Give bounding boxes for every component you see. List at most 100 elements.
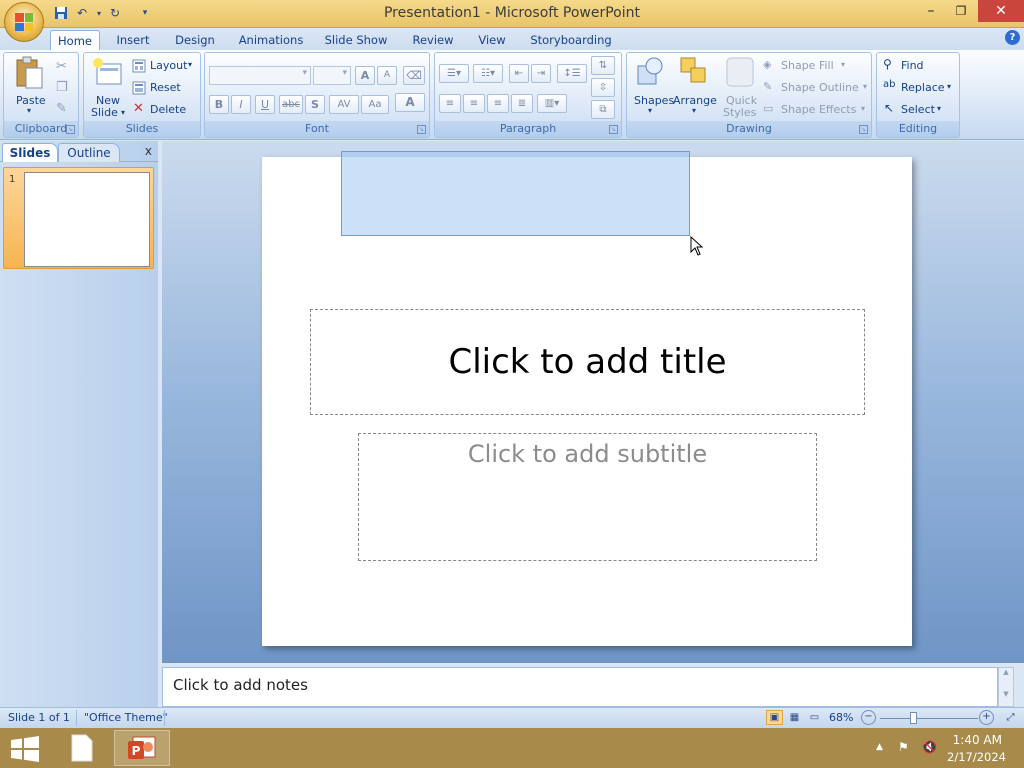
increase-indent-icon[interactable]: ⇥ <box>531 64 551 83</box>
justify-icon[interactable]: ≣ <box>511 94 533 113</box>
slide-thumbnail-item[interactable]: 1 <box>3 167 154 269</box>
tab-outline[interactable]: Outline <box>58 143 120 162</box>
zoom-level[interactable]: 68% <box>829 711 853 724</box>
pane-tabs: Slides Outline x <box>0 141 158 162</box>
font-group: A A ⌫ B I U abc S AV Aa A Font ↘ <box>204 52 430 138</box>
paragraph-launcher-icon[interactable]: ↘ <box>609 125 618 134</box>
minimize-button[interactable]: – <box>916 0 946 22</box>
tab-slide-show[interactable]: Slide Show <box>320 30 392 50</box>
slide-sorter-icon[interactable]: ▦ <box>786 710 803 725</box>
close-pane-icon[interactable]: x <box>145 144 152 158</box>
font-size-combo[interactable] <box>313 66 351 85</box>
drawing-group: Shapes ▾ Arrange ▾ Quick Styles ◈ Shape … <box>626 52 872 138</box>
tab-storyboarding[interactable]: Storyboarding <box>526 30 616 50</box>
change-case-button[interactable]: Aa <box>361 95 389 114</box>
align-right-icon[interactable]: ≡ <box>487 94 509 113</box>
volume-muted-icon[interactable]: 🔇 <box>922 740 937 754</box>
replace-button[interactable]: ab Replace ▾ <box>881 79 957 97</box>
action-center-flag-icon[interactable]: ⚑ <box>898 740 909 754</box>
shape-fill-button[interactable]: ◈ Shape Fill ▾ <box>761 57 871 75</box>
help-icon[interactable]: ? <box>1005 30 1020 45</box>
zoom-out-icon[interactable]: − <box>861 710 876 725</box>
quick-styles-label-2: Styles <box>723 106 757 119</box>
office-button[interactable] <box>4 2 44 42</box>
shape-effects-button[interactable]: ▭ Shape Effects ▾ <box>761 101 871 119</box>
taskbar-file-explorer[interactable] <box>54 730 110 766</box>
clock-date[interactable]: 2/17/2024 <box>947 750 1006 764</box>
close-button[interactable]: ✕ <box>978 0 1024 22</box>
clipboard-launcher-icon[interactable]: ↘ <box>66 125 75 134</box>
format-painter-icon[interactable]: ✎ <box>56 101 67 116</box>
notes-pane[interactable]: Click to add notes <box>162 667 998 707</box>
character-spacing-button[interactable]: AV <box>329 95 359 114</box>
italic-button[interactable]: I <box>231 95 251 114</box>
drawing-launcher-icon[interactable]: ↘ <box>859 125 868 134</box>
shape-outline-button[interactable]: ✎ Shape Outline ▾ <box>761 79 871 97</box>
strikethrough-button[interactable]: abc <box>279 95 303 114</box>
tray-expand-icon[interactable]: ▲ <box>876 742 883 752</box>
align-left-icon[interactable]: ≡ <box>439 94 461 113</box>
zoom-slider-track[interactable] <box>880 718 978 719</box>
tab-review[interactable]: Review <box>406 30 460 50</box>
scroll-down-icon[interactable]: ▼ <box>999 690 1013 698</box>
columns-icon[interactable]: ▥▾ <box>537 94 567 113</box>
slide-show-icon[interactable]: ▭ <box>806 710 823 725</box>
scroll-up-icon[interactable]: ▲ <box>999 668 1013 676</box>
title-placeholder[interactable]: Click to add title <box>310 309 865 415</box>
theme-status[interactable]: "Office Theme" <box>84 711 168 724</box>
numbering-icon[interactable]: ☷▾ <box>473 64 503 83</box>
subtitle-placeholder[interactable]: Click to add subtitle <box>358 433 817 561</box>
select-button[interactable]: ↖ Select ▾ <box>881 101 957 119</box>
office-logo-icon <box>15 13 33 31</box>
tab-design[interactable]: Design <box>170 30 220 50</box>
cut-icon[interactable]: ✂ <box>56 59 67 74</box>
tab-slides[interactable]: Slides <box>2 143 58 162</box>
clear-formatting-icon[interactable]: ⌫ <box>403 66 425 85</box>
fit-to-window-icon[interactable]: ⤢ <box>1002 710 1019 725</box>
align-text-icon[interactable]: ⇳ <box>591 78 615 97</box>
arrange-button[interactable]: Arrange ▾ <box>673 56 719 120</box>
font-name-combo[interactable] <box>209 66 311 85</box>
shrink-font-button[interactable]: A <box>377 66 397 85</box>
font-launcher-icon[interactable]: ↘ <box>417 125 426 134</box>
reset-button[interactable]: Reset <box>130 79 198 97</box>
normal-view-icon[interactable]: ▣ <box>766 710 783 725</box>
smartart-icon[interactable]: ⧉ <box>591 100 615 119</box>
taskbar-powerpoint[interactable]: P <box>114 730 170 766</box>
shapes-button[interactable]: Shapes ▾ <box>629 56 674 120</box>
status-divider <box>164 710 165 726</box>
tab-home[interactable]: Home <box>50 30 100 50</box>
windows-start-icon[interactable] <box>10 736 40 762</box>
underline-button[interactable]: U <box>255 95 275 114</box>
slide-thumbnail[interactable] <box>24 172 150 267</box>
tab-animations[interactable]: Animations <box>234 30 308 50</box>
paragraph-label: Paragraph <box>499 122 557 135</box>
new-slide-label-2: Slide <box>91 106 118 119</box>
layout-button[interactable]: Layout ▾ <box>130 57 198 75</box>
grow-font-button[interactable]: A <box>355 66 375 85</box>
find-button[interactable]: ⚲ Find <box>881 57 957 75</box>
tab-view[interactable]: View <box>472 30 512 50</box>
copy-icon[interactable]: ❐ <box>56 80 68 95</box>
delete-button[interactable]: ✕ Delete <box>130 101 198 119</box>
zoom-in-icon[interactable]: + <box>979 710 994 725</box>
maximize-button[interactable]: ❐ <box>946 0 976 22</box>
tab-insert[interactable]: Insert <box>110 30 156 50</box>
decrease-indent-icon[interactable]: ⇤ <box>509 64 529 83</box>
paste-button[interactable]: Paste ▾ <box>8 56 48 120</box>
line-spacing-icon[interactable]: ↕☰ <box>557 64 587 83</box>
bold-button[interactable]: B <box>209 95 229 114</box>
text-shadow-button[interactable]: S <box>305 95 325 114</box>
delete-label: Delete <box>150 103 187 116</box>
new-slide-button[interactable]: New Slide ▾ <box>87 56 127 120</box>
shape-effects-icon: ▭ <box>763 102 774 115</box>
zoom-slider-thumb[interactable] <box>909 712 917 724</box>
align-center-icon[interactable]: ≡ <box>463 94 485 113</box>
notes-scrollbar[interactable]: ▲ ▼ <box>998 667 1014 707</box>
layout-label: Layout <box>150 59 188 72</box>
text-direction-icon[interactable]: ⇅ <box>591 56 615 75</box>
quick-styles-button[interactable]: Quick Styles <box>721 56 761 120</box>
bullets-icon[interactable]: ☰▾ <box>439 64 469 83</box>
clock-time[interactable]: 1:40 AM <box>953 733 1002 747</box>
font-color-button[interactable]: A <box>395 93 425 112</box>
